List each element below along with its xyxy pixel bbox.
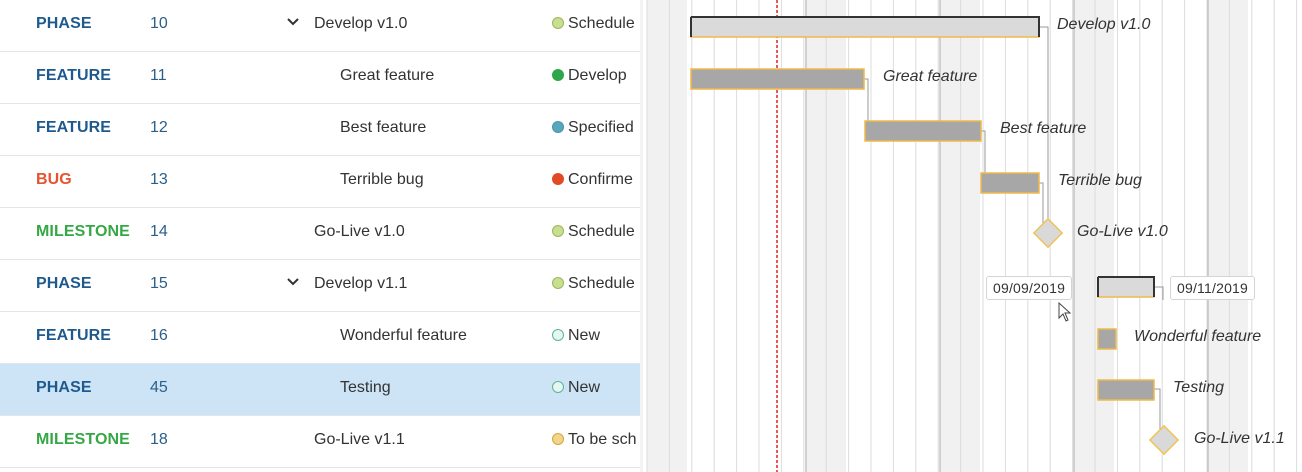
mouse-cursor-icon <box>1058 302 1072 322</box>
subject-cell[interactable]: Develop v1.0 <box>314 15 407 33</box>
work-package-table: PHASE 10 Develop v1.0 Schedule FEATURE 11 Grea… <box>0 0 640 472</box>
status-label: Develop <box>568 67 627 84</box>
status-label: Confirme <box>568 171 633 188</box>
status-label: New <box>568 327 601 344</box>
id-cell[interactable]: 45 <box>150 379 168 397</box>
status-label: New <box>568 379 601 396</box>
phase-bar <box>1097 276 1155 298</box>
status-dot-icon <box>552 381 564 393</box>
milestone-diamond <box>1148 424 1180 456</box>
status-dot-icon <box>552 173 564 185</box>
gantt-bar-label: Best feature <box>1000 120 1087 137</box>
subject-cell[interactable]: Testing <box>340 379 391 397</box>
subject-cell[interactable]: Develop v1.1 <box>314 275 407 293</box>
table-row[interactable]: PHASE 10 Develop v1.0 Schedule <box>0 0 640 52</box>
gantt-bar-label: Go-Live v1.0 <box>1077 223 1168 240</box>
status-label: Schedule <box>568 275 635 292</box>
subject-cell[interactable]: Great feature <box>340 67 434 85</box>
gantt-chart: Develop v1.0 Great feature Best feature Ter… <box>643 0 1302 472</box>
status-cell[interactable]: Develop <box>552 67 640 85</box>
status-label: Schedule <box>568 223 635 240</box>
table-row[interactable]: MILESTONE 18 Go-Live v1.1 To be sch <box>0 416 640 468</box>
status-cell[interactable]: Confirme <box>552 171 640 189</box>
status-cell[interactable]: Schedule <box>552 223 640 241</box>
subject-cell[interactable]: Go-Live v1.0 <box>314 223 405 241</box>
status-dot-icon <box>552 121 564 133</box>
id-cell[interactable]: 10 <box>150 15 168 33</box>
subject-cell[interactable]: Go-Live v1.1 <box>314 431 405 449</box>
gantt-bar-label: Go-Live v1.1 <box>1194 430 1285 447</box>
dependency-line <box>1154 388 1161 430</box>
chevron-down-icon[interactable] <box>286 14 300 28</box>
id-cell[interactable]: 14 <box>150 223 168 241</box>
gantt-bar-label: Develop v1.0 <box>1057 16 1151 33</box>
status-label: To be sch <box>568 431 637 448</box>
table-row[interactable]: BUG 13 Terrible bug Confirme <box>0 156 640 208</box>
work-package-bar <box>980 172 1040 194</box>
dependency-line <box>1154 286 1164 300</box>
weekend-column <box>1208 0 1248 472</box>
work-package-bar <box>690 68 865 90</box>
milestone-diamond <box>1032 217 1064 249</box>
type-cell[interactable]: BUG <box>36 171 72 189</box>
status-cell[interactable]: To be sch <box>552 431 640 449</box>
type-cell[interactable]: FEATURE <box>36 67 111 85</box>
status-label: Specified <box>568 119 634 136</box>
table-row[interactable]: FEATURE 11 Great feature Develop <box>0 52 640 104</box>
status-dot-icon <box>552 225 564 237</box>
subject-cell[interactable]: Terrible bug <box>340 171 424 189</box>
id-cell[interactable]: 12 <box>150 119 168 137</box>
status-dot-icon <box>552 329 564 341</box>
gantt-bar-label: Terrible bug <box>1058 172 1142 189</box>
id-cell[interactable]: 11 <box>150 67 167 85</box>
status-dot-icon <box>552 433 564 445</box>
table-row[interactable]: PHASE 15 Develop v1.1 Schedule <box>0 260 640 312</box>
weekend-column <box>647 0 687 472</box>
gantt-bar-label: Testing <box>1173 379 1224 396</box>
table-row[interactable]: MILESTONE 14 Go-Live v1.0 Schedule <box>0 208 640 260</box>
id-cell[interactable]: 18 <box>150 431 168 449</box>
gantt-bar-label: Great feature <box>883 68 978 85</box>
chevron-down-icon[interactable] <box>286 274 300 288</box>
id-cell[interactable]: 16 <box>150 327 168 345</box>
status-cell[interactable]: Schedule <box>552 275 640 293</box>
type-cell[interactable]: MILESTONE <box>36 431 130 449</box>
end-date-tooltip: 09/11/2019 <box>1170 276 1256 300</box>
type-cell[interactable]: FEATURE <box>36 327 111 345</box>
id-cell[interactable]: 15 <box>150 275 168 293</box>
type-cell[interactable]: PHASE <box>36 275 92 293</box>
subject-cell[interactable]: Wonderful feature <box>340 327 467 345</box>
status-cell[interactable]: Specified <box>552 119 640 137</box>
start-date-tooltip: 09/09/2019 <box>986 276 1073 300</box>
work-package-bar <box>1097 379 1155 401</box>
work-package-bar <box>1097 328 1117 350</box>
table-row[interactable]: FEATURE 12 Best feature Specified <box>0 104 640 156</box>
status-cell[interactable]: New <box>552 327 640 345</box>
type-cell[interactable]: PHASE <box>36 379 92 397</box>
status-cell[interactable]: Schedule <box>552 15 640 33</box>
id-cell[interactable]: 13 <box>150 171 168 189</box>
status-label: Schedule <box>568 15 635 32</box>
status-dot-icon <box>552 69 564 81</box>
subject-cell[interactable]: Best feature <box>340 119 426 137</box>
type-cell[interactable]: FEATURE <box>36 119 111 137</box>
gantt-bar-label: Wonderful feature <box>1134 328 1262 345</box>
status-dot-icon <box>552 17 564 29</box>
type-cell[interactable]: MILESTONE <box>36 223 130 241</box>
type-cell[interactable]: PHASE <box>36 15 92 33</box>
status-cell[interactable]: New <box>552 379 640 397</box>
table-row[interactable]: PHASE 45 Testing New <box>0 364 640 416</box>
status-dot-icon <box>552 277 564 289</box>
phase-bar <box>690 16 1040 38</box>
work-package-bar <box>864 120 982 142</box>
table-row[interactable]: FEATURE 16 Wonderful feature New <box>0 312 640 364</box>
